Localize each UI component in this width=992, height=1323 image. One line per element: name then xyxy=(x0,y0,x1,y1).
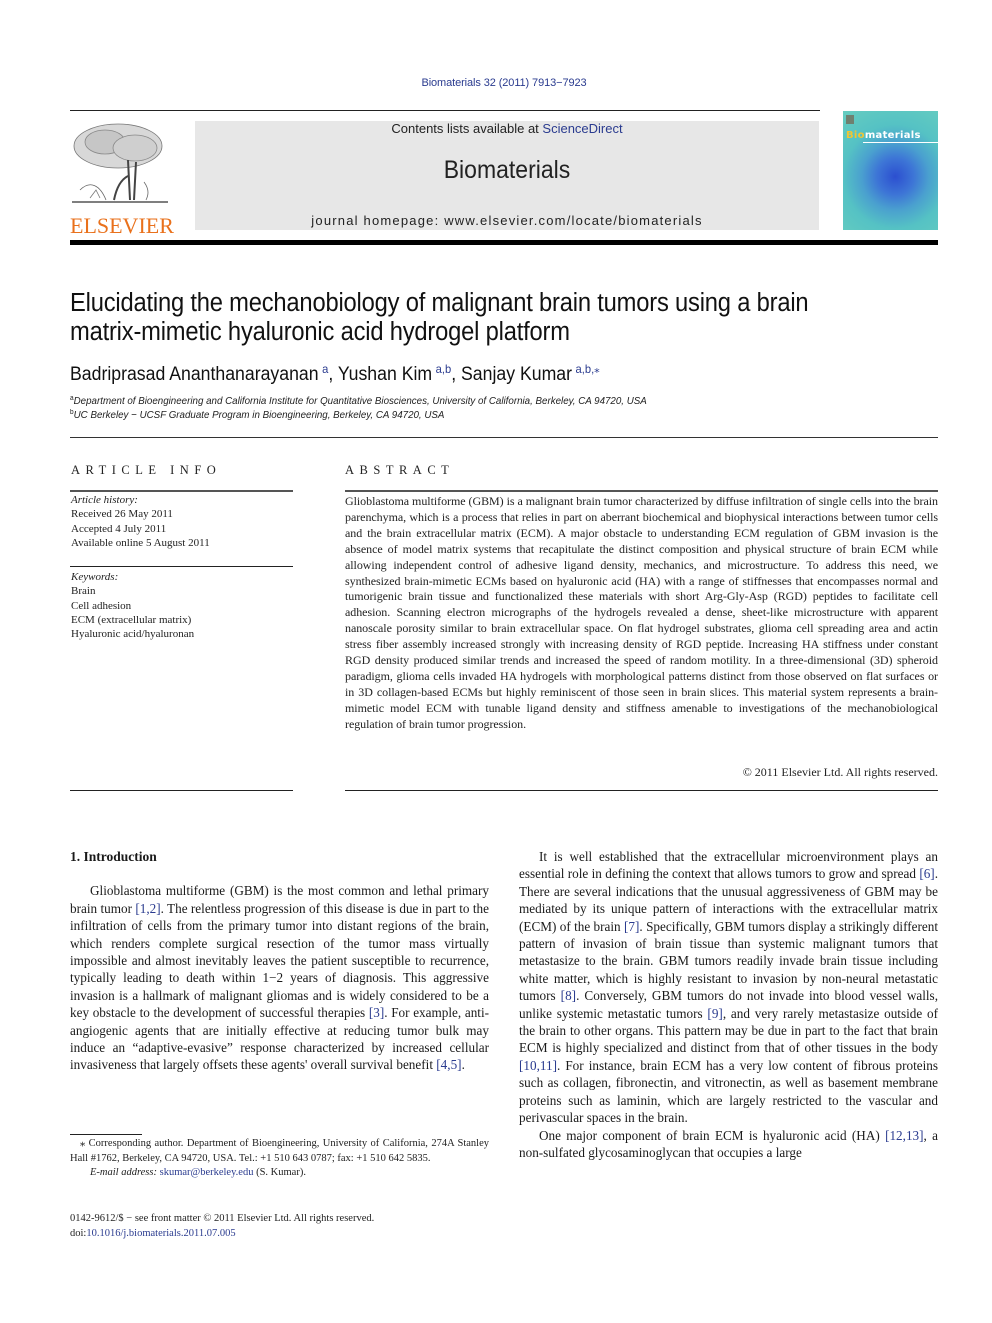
keyword: Hyaluronic acid/hyaluronan xyxy=(71,628,195,641)
reference-link[interactable]: [9] xyxy=(707,1006,722,1021)
journal-citation[interactable]: Biomaterials 32 (2011) 7913−7923 xyxy=(0,77,992,89)
email-link[interactable]: skumar@berkeley.edu xyxy=(160,1167,254,1178)
keyword: Brain xyxy=(71,585,96,598)
affiliation-text: UC Berkeley − UCSF Graduate Program in B… xyxy=(73,409,445,421)
abstract-text: Glioblastoma multiforme (GBM) is a malig… xyxy=(345,494,938,731)
article-title: Elucidating the mechanobiology of malign… xyxy=(70,289,809,346)
section-heading: 1. Introduction xyxy=(70,849,157,864)
elsevier-logo[interactable]: ELSEVIER xyxy=(70,120,174,237)
contents-line: Contents lists available at ScienceDirec… xyxy=(195,121,819,136)
cover-publisher-icon xyxy=(846,115,854,124)
abstract-rule xyxy=(345,490,938,492)
cover-rule xyxy=(863,142,938,143)
body-text: . For instance, brain ECM has a very low… xyxy=(519,1057,938,1126)
cover-title: Biomaterials xyxy=(846,130,921,141)
history-accepted: Accepted 4 July 2011 xyxy=(71,522,167,535)
doi-label: doi: xyxy=(70,1227,87,1239)
affiliation: bUC Berkeley − UCSF Graduate Program in … xyxy=(70,409,444,421)
reference-link[interactable]: [6] xyxy=(919,866,934,881)
email-line: E-mail address: skumar@berkeley.edu (S. … xyxy=(70,1166,489,1181)
keywords: Keywords: Brain Cell adhesion ECM (extra… xyxy=(71,570,194,641)
email-suffix: (S. Kumar). xyxy=(253,1167,306,1178)
body-text: . xyxy=(461,1057,465,1073)
reference-link[interactable]: [10,11] xyxy=(519,1058,557,1073)
doi-link[interactable]: 10.1016/j.biomaterials.2011.07.005 xyxy=(86,1228,235,1239)
body-column-left: 1. Introduction Glioblastoma multiforme … xyxy=(70,848,489,1074)
elsevier-wordmark: ELSEVIER xyxy=(70,213,174,238)
body-paragraph: One major component of brain ECM is hyal… xyxy=(519,1127,938,1162)
article-info-heading: ARTICLE INFO xyxy=(71,463,222,477)
footnote-rule xyxy=(70,1134,142,1135)
corresponding-author-footnote: ⁎ Corresponding author. Department of Bi… xyxy=(70,1137,489,1181)
reference-link[interactable]: [8] xyxy=(561,988,576,1003)
author-affiliation-link[interactable]: a,b,⁎ xyxy=(576,362,600,376)
article-history: Article history: Received 26 May 2011 Ac… xyxy=(71,493,210,550)
citation-link[interactable]: Biomaterials 32 (2011) 7913−7923 xyxy=(421,77,586,89)
front-matter-text: 0142-9612/$ − see front matter © 2011 El… xyxy=(70,1213,375,1224)
body-text: . The relentless progression of this dis… xyxy=(70,900,489,1021)
header-thick-rule xyxy=(70,240,938,245)
abstract-heading: ABSTRACT xyxy=(345,463,455,477)
history-online: Available online 5 August 2011 xyxy=(71,536,210,549)
corresponding-author-text: ⁎ Corresponding author. Department of Bi… xyxy=(70,1138,489,1164)
reference-link[interactable]: [12,13] xyxy=(885,1128,923,1143)
author-affiliation-link[interactable]: a xyxy=(322,362,328,376)
reference-link[interactable]: [1,2] xyxy=(135,901,160,916)
cover-title-highlight: Bio xyxy=(846,130,865,141)
reference-link[interactable]: [4,5] xyxy=(436,1057,461,1072)
affiliation-text: Department of Bioengineering and Califor… xyxy=(73,395,647,407)
contents-prefix: Contents lists available at xyxy=(391,121,543,136)
article-info-rule xyxy=(70,790,293,791)
body-column-right: It is well established that the extracel… xyxy=(519,848,938,1161)
cover-title-rest: materials xyxy=(864,130,921,141)
section-rule xyxy=(70,437,938,438)
keyword: Cell adhesion xyxy=(71,599,132,612)
author-name[interactable]: Badriprasad Ananthanarayanan xyxy=(70,364,319,385)
body-text: One major component of brain ECM is hyal… xyxy=(539,1127,886,1143)
body-text: It is well established that the extracel… xyxy=(519,849,938,882)
email-label: E-mail address: xyxy=(90,1167,160,1178)
keyword: ECM (extracellular matrix) xyxy=(71,613,192,626)
keywords-label: Keywords: xyxy=(71,571,119,583)
abstract-rule xyxy=(345,790,938,791)
journal-name: Biomaterials xyxy=(443,156,571,184)
author-name[interactable]: Sanjay Kumar xyxy=(461,364,572,385)
header-rule xyxy=(70,110,820,111)
front-matter: 0142-9612/$ − see front matter © 2011 El… xyxy=(70,1212,489,1241)
article-info-rule xyxy=(70,490,293,492)
journal-homepage-link[interactable]: journal homepage: www.elsevier.com/locat… xyxy=(195,213,819,228)
elsevier-tree-icon xyxy=(72,123,168,203)
history-label: Article history: xyxy=(71,494,138,506)
author-affiliation-link[interactable]: a,b xyxy=(436,362,452,376)
article-info-rule xyxy=(70,566,293,567)
abstract-copyright: © 2011 Elsevier Ltd. All rights reserved… xyxy=(742,765,938,779)
sciencedirect-link[interactable]: ScienceDirect xyxy=(542,121,622,136)
doi-line: doi:10.1016/j.biomaterials.2011.07.005 xyxy=(70,1227,489,1242)
affiliation: aDepartment of Bioengineering and Califo… xyxy=(70,395,647,407)
journal-cover-image[interactable]: Biomaterials xyxy=(843,111,938,230)
author-list: Badriprasad Ananthanarayanan a, Yushan K… xyxy=(70,362,600,385)
reference-link[interactable]: [3] xyxy=(369,1005,384,1020)
body-paragraph: It is well established that the extracel… xyxy=(519,848,938,1127)
body-paragraph: Glioblastoma multiforme (GBM) is the mos… xyxy=(70,882,489,1073)
author-name[interactable]: Yushan Kim xyxy=(338,364,432,385)
reference-link[interactable]: [7] xyxy=(624,919,639,934)
history-received: Received 26 May 2011 xyxy=(71,508,173,521)
